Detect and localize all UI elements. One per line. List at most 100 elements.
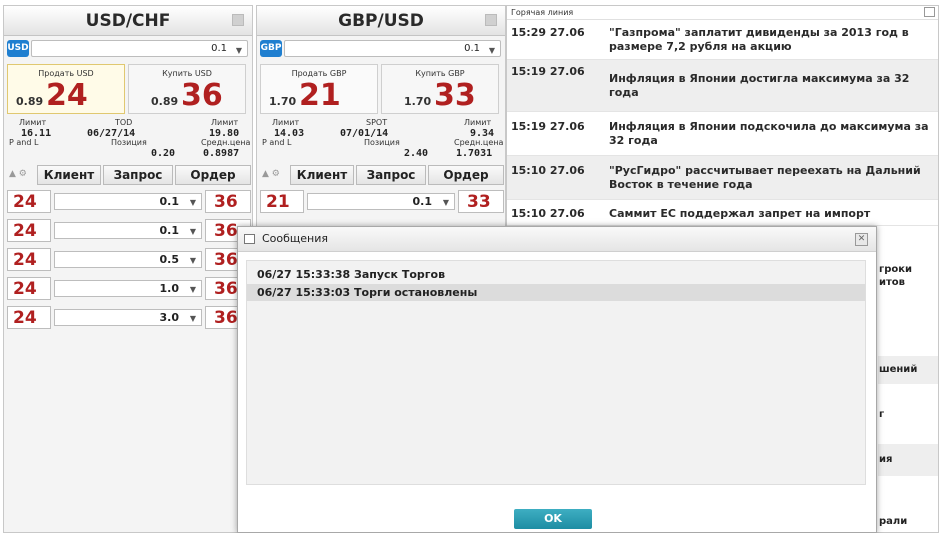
sell-label: Продать USD	[38, 69, 94, 78]
limit-left-label: Лимит	[19, 118, 47, 127]
chevron-down-icon[interactable]: ▼	[190, 224, 196, 239]
news-fragment-row: шений	[878, 356, 938, 384]
news-item[interactable]: 15:10 27.06 Саммит ЕС поддержал запрет н…	[507, 200, 938, 226]
sell-button[interactable]: Продать GBP 1.70 21	[260, 64, 378, 114]
limit-right-label: Лимит	[211, 118, 239, 127]
quote-bid-button[interactable]: 24	[7, 306, 51, 329]
quote-row: 24 0.1 ▼ 36	[7, 190, 251, 215]
quote-bid-button[interactable]: 24	[7, 277, 51, 300]
dialog-title: Сообщения	[262, 232, 329, 245]
messages-list: 06/27 15:33:38 Запуск Торгов 06/27 15:33…	[246, 260, 866, 485]
chevron-down-icon[interactable]: ▼	[190, 195, 196, 210]
limit-left-label: Лимит	[272, 118, 300, 127]
quote-qty-select[interactable]: 0.1 ▼	[54, 222, 202, 239]
quote-qty: 0.5	[159, 253, 180, 266]
chevron-down-icon[interactable]: ▼	[489, 43, 495, 58]
quote-qty-select[interactable]: 0.1 ▼	[54, 193, 202, 210]
pair-name: GBP/USD	[338, 11, 424, 31]
close-widget-icon[interactable]	[232, 14, 244, 26]
quote-qty-select[interactable]: 0.5 ▼	[54, 251, 202, 268]
info-grid: Лимит SPOT Лимит 14.03 07/01/14 9.34 P a…	[260, 118, 503, 160]
tab-request[interactable]: Запрос	[356, 165, 426, 185]
quote-row: 24 1.0 ▼ 36	[7, 277, 251, 302]
sell-price-pips: 24	[46, 78, 88, 113]
quote-qty-select[interactable]: 0.1 ▼	[307, 193, 455, 210]
message-item[interactable]: 06/27 15:33:03 Торги остановлены	[247, 284, 865, 301]
sell-button[interactable]: Продать USD 0.89 24	[7, 64, 125, 114]
quote-bid-button[interactable]: 24	[7, 248, 51, 271]
quote-qty: 0.1	[412, 195, 433, 208]
news-time: 15:29 27.06	[511, 26, 585, 39]
news-header-title: Горячая линия	[511, 8, 574, 17]
currency-badge[interactable]: USD	[7, 40, 29, 57]
currency-widget-usdchf: USD/CHF USD 0.1 ▼ Продать USD 0.89 24 Ку…	[3, 5, 253, 533]
info-grid: Лимит TOD Лимит 16.11 06/27/14 19.80 P a…	[7, 118, 251, 160]
buy-price-prefix: 0.89	[151, 95, 179, 108]
value-date-type: TOD	[115, 118, 133, 127]
limit-right-label: Лимит	[464, 118, 492, 127]
tab-client[interactable]: Клиент	[37, 165, 101, 185]
news-text: Инфляция в Японии подскочила до максимум…	[609, 120, 929, 147]
sort-icon[interactable]: ▲ ⚙	[262, 169, 280, 179]
chevron-down-icon[interactable]: ▼	[190, 253, 196, 268]
quantity-value: 0.1	[464, 43, 480, 54]
message-item[interactable]: 06/27 15:33:38 Запуск Торгов	[247, 266, 865, 283]
close-icon[interactable]: ✕	[855, 233, 868, 246]
tab-order[interactable]: Ордер	[175, 165, 251, 185]
news-time: 15:10 27.06	[511, 207, 585, 220]
buy-button[interactable]: Купить GBP 1.70 33	[381, 64, 499, 114]
sell-price-prefix: 1.70	[269, 95, 297, 108]
price-panel: Продать USD 0.89 24 Купить USD 0.89 36	[7, 64, 249, 116]
news-fragment-row: ия	[878, 444, 938, 476]
news-fragment: ия	[879, 454, 893, 465]
chevron-down-icon[interactable]: ▼	[190, 282, 196, 297]
tab-request[interactable]: Запрос	[103, 165, 173, 185]
news-item[interactable]: 15:19 27.06 Инфляция в Японии достигла м…	[507, 60, 938, 112]
news-item[interactable]: 15:19 27.06 Инфляция в Японии подскочила…	[507, 112, 938, 156]
quantity-select[interactable]: 0.1 ▼	[284, 40, 501, 57]
close-widget-icon[interactable]	[485, 14, 497, 26]
value-date-type: SPOT	[366, 118, 388, 127]
buy-price-pips: 36	[181, 78, 223, 113]
quote-ask-button[interactable]: 33	[458, 190, 504, 213]
avg-price-value: 1.7031	[456, 148, 493, 159]
pair-name: USD/CHF	[85, 11, 171, 31]
sell-price-pips: 21	[299, 78, 341, 113]
quote-bid-button[interactable]: 21	[260, 190, 304, 213]
avg-price-label: Средн.цена	[201, 138, 251, 147]
quantity-select[interactable]: 0.1 ▼	[31, 40, 248, 57]
quote-qty: 0.1	[159, 224, 180, 237]
chevron-down-icon[interactable]: ▼	[443, 195, 449, 210]
expand-icon[interactable]	[924, 7, 935, 17]
buy-price-prefix: 1.70	[404, 95, 432, 108]
news-text: "Газпрома" заплатит дивиденды за 2013 го…	[609, 26, 909, 53]
tab-order[interactable]: Ордер	[428, 165, 504, 185]
quote-row: 24 3.0 ▼ 36	[7, 306, 251, 331]
quote-bid-button[interactable]: 24	[7, 219, 51, 242]
quote-qty: 1.0	[159, 282, 180, 295]
order-tabs: ▲ ⚙ Клиент Запрос Ордер	[260, 164, 504, 186]
chevron-down-icon[interactable]: ▼	[236, 43, 242, 58]
news-fragment: итов	[879, 277, 906, 288]
avg-price-value: 0.8987	[203, 148, 240, 159]
news-item[interactable]: 15:10 27.06 "РусГидро" рассчитывает пере…	[507, 156, 938, 200]
quantity-row: GBP 0.1 ▼	[257, 36, 505, 62]
news-item[interactable]: 15:29 27.06 "Газпрома" заплатит дивиденд…	[507, 21, 938, 60]
sort-icon[interactable]: ▲ ⚙	[9, 169, 27, 179]
buy-price-pips: 33	[434, 78, 476, 113]
quote-qty-select[interactable]: 3.0 ▼	[54, 309, 202, 326]
quote-ask-button[interactable]: 36	[205, 190, 251, 213]
currency-badge[interactable]: GBP	[260, 40, 282, 57]
tab-client[interactable]: Клиент	[290, 165, 354, 185]
order-tabs: ▲ ⚙ Клиент Запрос Ордер	[7, 164, 251, 186]
quantity-row: USD 0.1 ▼	[4, 36, 252, 62]
quote-row: 24 0.1 ▼ 36	[7, 219, 251, 244]
buy-button[interactable]: Купить USD 0.89 36	[128, 64, 246, 114]
chevron-down-icon[interactable]: ▼	[190, 311, 196, 326]
ok-button[interactable]: OK	[514, 509, 592, 529]
quote-bid-button[interactable]: 24	[7, 190, 51, 213]
dialog-titlebar[interactable]: Сообщения ✕	[238, 227, 876, 252]
buy-label: Купить GBP	[415, 69, 465, 78]
quote-qty-select[interactable]: 1.0 ▼	[54, 280, 202, 297]
news-time: 15:19 27.06	[511, 120, 585, 133]
